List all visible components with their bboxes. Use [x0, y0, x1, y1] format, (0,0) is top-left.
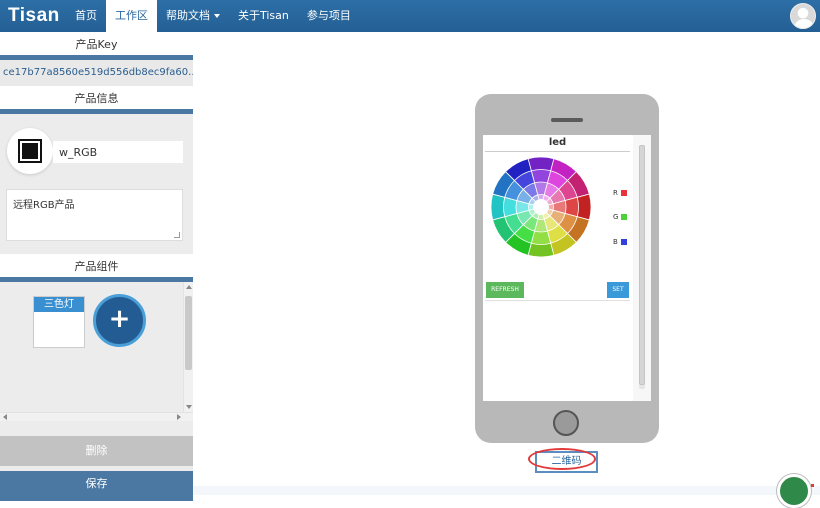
- nav-item-home[interactable]: 首页: [66, 0, 106, 32]
- scroll-left-icon[interactable]: [3, 414, 7, 420]
- resize-handle[interactable]: [174, 232, 180, 238]
- qr-highlight-ring: [528, 448, 596, 470]
- components-panel: 三色灯 +: [0, 282, 193, 422]
- color-wheel[interactable]: [490, 154, 592, 260]
- delete-button[interactable]: 删除: [0, 436, 193, 466]
- screen-divider: [485, 300, 630, 301]
- product-key-value: ce17b77a8560e519d556db8ec9fa60...: [3, 67, 193, 78]
- scroll-down-icon[interactable]: [186, 405, 192, 409]
- red-swatch-icon: [620, 190, 627, 196]
- legend-b: B: [613, 238, 627, 246]
- product-key-heading: 产品Key: [0, 32, 193, 60]
- product-info-panel: 远程RGB产品: [0, 114, 193, 254]
- legend-r-label: R: [613, 189, 618, 197]
- save-button[interactable]: 保存: [0, 471, 193, 501]
- scrollbar-thumb[interactable]: [185, 296, 192, 370]
- chevron-down-icon: [214, 14, 220, 18]
- product-description-text: 远程RGB产品: [13, 200, 75, 211]
- product-icon[interactable]: [7, 128, 53, 174]
- phone-preview: led R G B REFRESH SET: [475, 94, 659, 443]
- nav-item-help-docs[interactable]: 帮助文档: [157, 0, 229, 32]
- components-vertical-scrollbar[interactable]: [183, 282, 193, 412]
- phone-home-button: [553, 410, 579, 436]
- component-card-label: 三色灯: [34, 297, 84, 312]
- footer-strip: [193, 486, 820, 495]
- product-info-heading: 产品信息: [0, 86, 193, 114]
- screen-title: led: [485, 137, 630, 152]
- legend-b-label: B: [613, 238, 618, 246]
- user-avatar[interactable]: [790, 3, 816, 29]
- blue-swatch-icon: [620, 239, 627, 245]
- floating-widget-icon[interactable]: [777, 474, 811, 508]
- top-navbar: Tisan 首页 工作区 帮助文档 关于Tisan 参与项目: [0, 0, 820, 32]
- nav-item-participate[interactable]: 参与项目: [298, 0, 360, 32]
- phone-speaker: [551, 118, 583, 122]
- scroll-right-icon[interactable]: [177, 414, 181, 420]
- product-description-textarea[interactable]: 远程RGB产品: [6, 189, 183, 241]
- notification-dot: [811, 484, 814, 487]
- color-wheel-center[interactable]: [533, 199, 549, 215]
- screen-scrollbar[interactable]: [633, 135, 651, 401]
- brand-logo[interactable]: Tisan: [0, 5, 66, 27]
- component-card-rgb-light[interactable]: 三色灯: [33, 296, 85, 348]
- product-key-row: ce17b77a8560e519d556db8ec9fa60...查看: [0, 60, 193, 86]
- legend-g-label: G: [613, 213, 619, 221]
- refresh-button[interactable]: REFRESH: [486, 282, 524, 298]
- nav-item-about[interactable]: 关于Tisan: [229, 0, 298, 32]
- product-sidebar: 产品Key ce17b77a8560e519d556db8ec9fa60...查…: [0, 32, 193, 501]
- components-heading: 产品组件: [0, 254, 193, 282]
- legend-r: R: [613, 189, 627, 197]
- add-component-button[interactable]: +: [93, 294, 146, 347]
- green-swatch-icon: [621, 214, 628, 220]
- legend-g: G: [613, 213, 628, 221]
- phone-screen: led R G B REFRESH SET: [483, 135, 651, 401]
- scroll-up-icon[interactable]: [186, 285, 192, 289]
- chip-icon: [18, 139, 42, 163]
- nav-item-help-docs-label: 帮助文档: [166, 9, 210, 22]
- screen-scrollbar-thumb[interactable]: [639, 145, 645, 385]
- components-horizontal-scrollbar[interactable]: [0, 412, 193, 421]
- set-button[interactable]: SET: [607, 282, 629, 298]
- product-name-input[interactable]: [53, 141, 183, 163]
- nav-item-workspace[interactable]: 工作区: [106, 0, 157, 32]
